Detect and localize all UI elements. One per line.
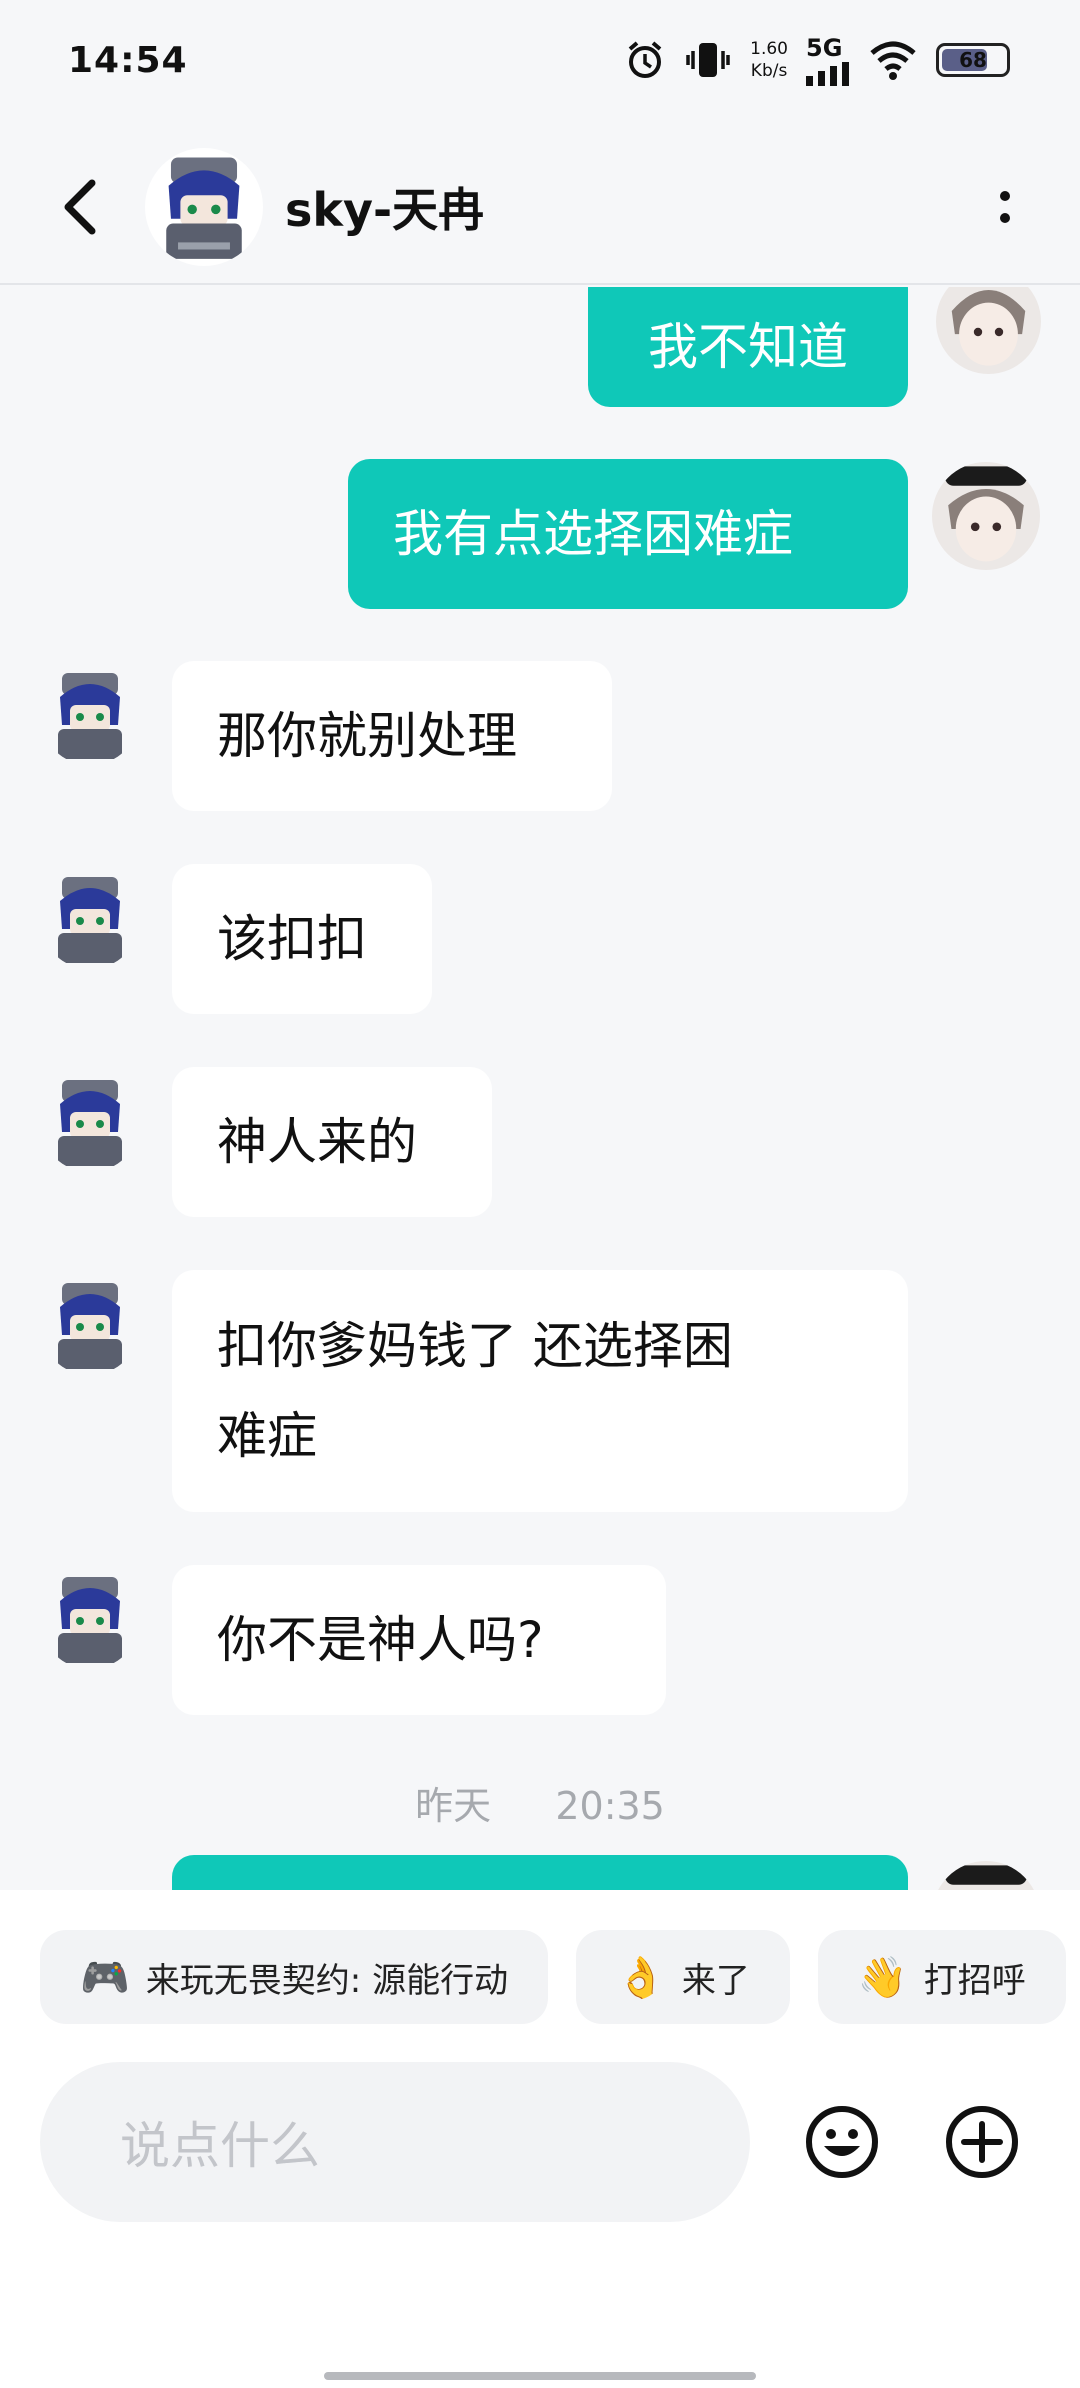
quick-reply-greet[interactable]: 👋 打招呼 <box>817 1930 1066 2024</box>
network-type: 5G <box>806 34 843 62</box>
back-button[interactable] <box>45 172 115 242</box>
battery-level: 68 <box>959 48 987 72</box>
plus-circle-icon <box>946 2106 1018 2178</box>
contact-avatar[interactable] <box>40 1275 140 1375</box>
more-dot-icon <box>1000 190 1010 201</box>
message-list[interactable]: 我不知道 我有点选择困难症 那你就别处理 该扣扣 神人来的 扣你爹妈钱了 还选择… <box>0 287 1080 1890</box>
status-time: 14:54 <box>68 39 188 81</box>
message-text: 该扣扣 <box>217 910 367 968</box>
wifi-icon <box>870 41 916 80</box>
message-text-line: 难症 <box>217 1407 317 1465</box>
vibrate-icon <box>686 43 730 77</box>
contact-avatar[interactable] <box>40 665 140 765</box>
my-avatar[interactable] <box>932 1861 1040 1890</box>
emoji-button[interactable] <box>804 2104 880 2180</box>
quick-reply-label: 来玩无畏契约: 源能行动 <box>145 1960 509 2001</box>
message-bubble-outgoing[interactable] <box>172 1855 908 1890</box>
quick-reply-coming[interactable]: 👌 来了 <box>576 1930 790 2024</box>
contact-name[interactable]: sky-天冉 <box>285 174 484 240</box>
message-bubble-outgoing[interactable]: 我不知道 <box>588 287 908 407</box>
my-avatar[interactable] <box>932 462 1040 570</box>
message-input-placeholder: 说点什么 <box>120 2117 320 2175</box>
chevron-left-icon <box>64 179 96 234</box>
quick-reply-label: 来了 <box>681 1960 750 2001</box>
message-bubble-incoming[interactable]: 你不是神人吗? <box>172 1565 666 1715</box>
quick-reply-row[interactable]: 🎮 来玩无畏契约: 源能行动 👌 来了 👋 打招呼 <box>40 1930 1066 2024</box>
message-bubble-incoming[interactable]: 那你就别处理 <box>172 661 612 811</box>
message-text: 神人来的 <box>217 1113 417 1171</box>
battery-indicator: 68 <box>936 43 1010 77</box>
smiley-icon <box>806 2106 878 2178</box>
more-dot-icon <box>1000 212 1010 223</box>
cellular: 5G <box>806 34 850 86</box>
message-bubble-incoming[interactable]: 扣你爹妈钱了 还选择困 难症 <box>172 1270 908 1512</box>
time-divider-time: 20:35 <box>555 1784 665 1828</box>
quick-reply-game[interactable]: 🎮 来玩无畏契约: 源能行动 <box>40 1930 549 2024</box>
signal-icon <box>806 62 849 86</box>
alarm-icon <box>628 41 662 78</box>
message-bubble-outgoing[interactable]: 我有点选择困难症 <box>348 459 908 609</box>
time-divider-day: 昨天 <box>415 1784 492 1828</box>
message-bubble-incoming[interactable]: 该扣扣 <box>172 864 432 1014</box>
message-text: 你不是神人吗? <box>217 1611 544 1669</box>
message-text: 那你就别处理 <box>217 707 517 765</box>
message-text: 我有点选择困难症 <box>393 505 793 563</box>
message-text-line: 扣你爹妈钱了 还选择困 <box>217 1317 733 1375</box>
add-attachment-button[interactable] <box>944 2104 1020 2180</box>
gamepad-icon: 🎮 <box>80 1954 130 2001</box>
ok-hand-icon: 👌 <box>616 1954 666 2001</box>
status-icons: 1.60 Kb/s 5G 68 <box>624 34 1010 86</box>
network-speed: 1.60 Kb/s <box>750 38 788 82</box>
message-bubble-incoming[interactable]: 神人来的 <box>172 1067 492 1217</box>
message-text: 我不知道 <box>648 318 848 376</box>
home-indicator[interactable] <box>324 2372 756 2380</box>
waving-hand-icon: 👋 <box>857 1954 908 2001</box>
chat-header: sky-天冉 <box>0 130 1080 285</box>
speed-value: 1.60 <box>750 39 788 59</box>
quick-reply-label: 打招呼 <box>923 1960 1026 2001</box>
contact-avatar[interactable] <box>40 869 140 969</box>
message-input[interactable]: 说点什么 <box>40 2062 750 2222</box>
status-bar: 14:54 1.60 Kb/s 5G 68 <box>0 0 1080 120</box>
contact-avatar[interactable] <box>145 147 263 266</box>
contact-avatar[interactable] <box>40 1072 140 1172</box>
my-avatar[interactable] <box>936 287 1041 374</box>
speed-unit: Kb/s <box>750 61 788 81</box>
time-divider: 昨天 20:35 <box>0 1775 1080 1830</box>
composer: 🎮 来玩无畏契约: 源能行动 👌 来了 👋 打招呼 说点什么 <box>0 1890 1080 2388</box>
contact-avatar[interactable] <box>40 1569 140 1669</box>
more-options-button[interactable] <box>985 172 1025 242</box>
